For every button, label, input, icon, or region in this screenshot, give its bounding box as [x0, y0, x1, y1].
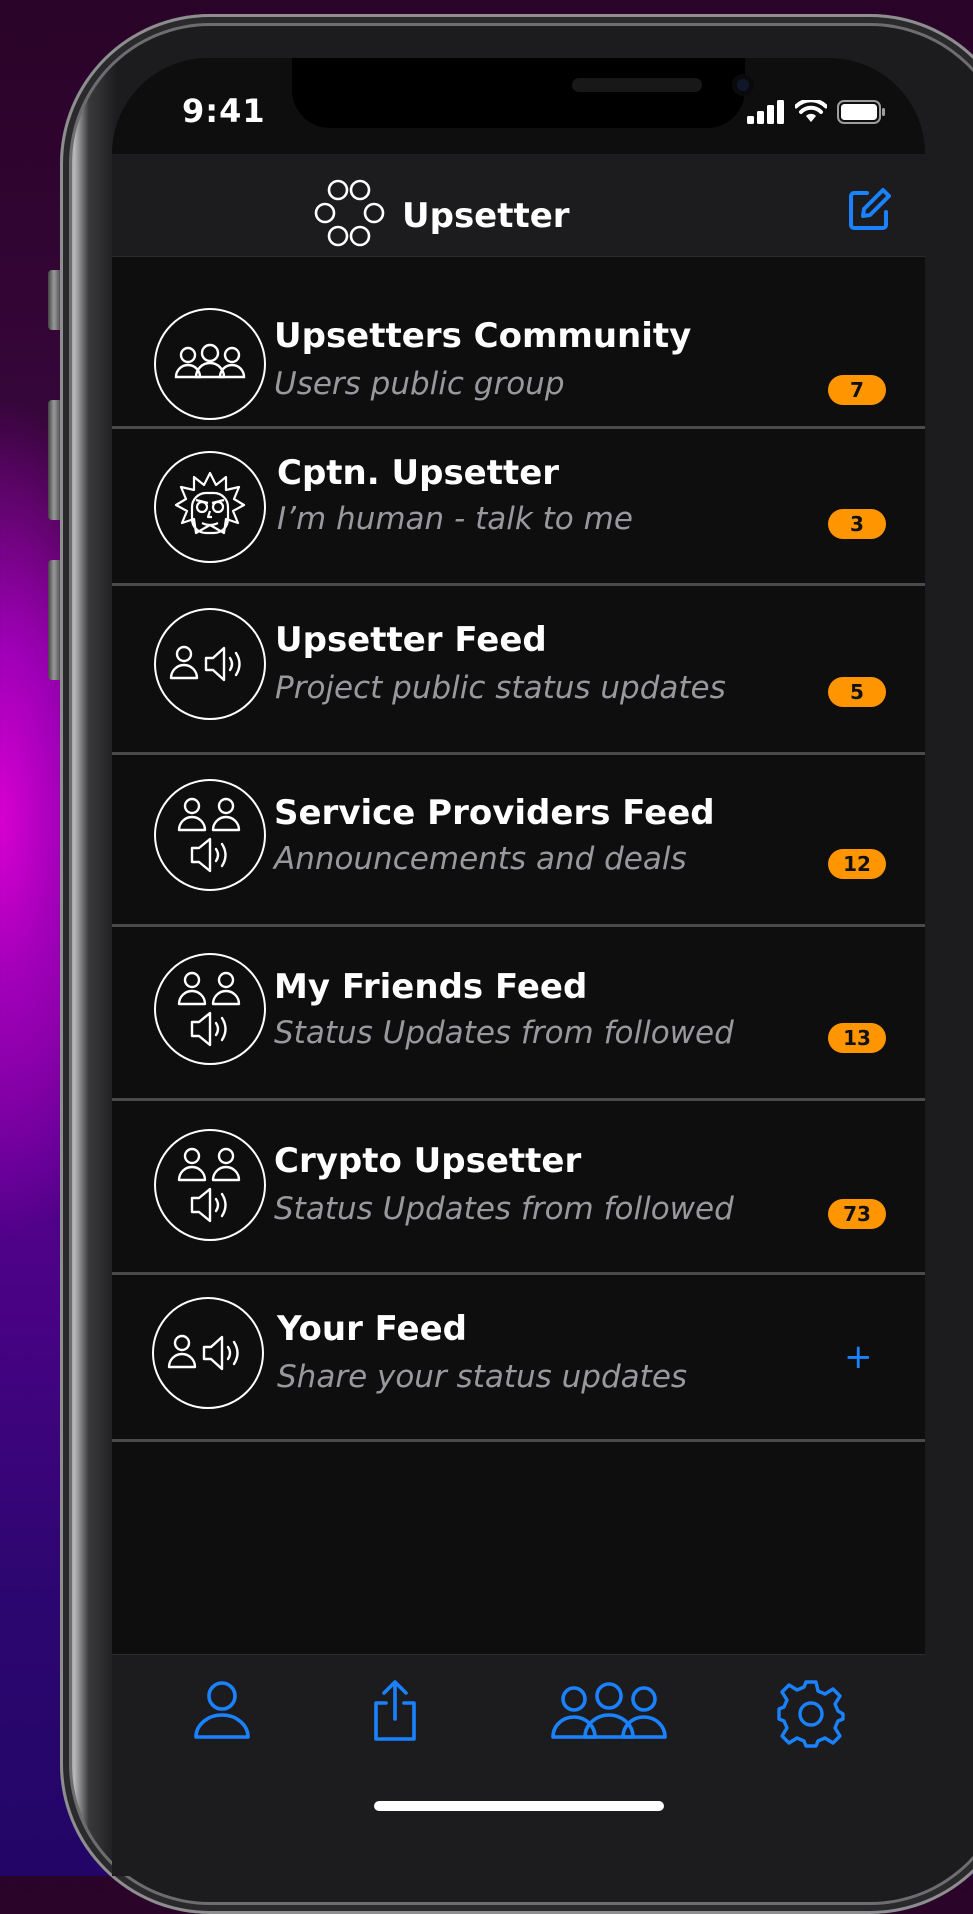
profile-icon: [194, 1681, 250, 1739]
battery-icon: [837, 100, 885, 124]
list-item-subtitle: Status Updates from followed: [274, 1015, 734, 1051]
list-item-title: Service Providers Feed: [274, 793, 715, 833]
circles-logo-icon: [314, 179, 385, 247]
user-speaker-icon: [154, 608, 266, 720]
list-item-subtitle: Share your status updates: [277, 1359, 688, 1395]
compose-button[interactable]: [847, 188, 891, 236]
list-item-title: Upsetter Feed: [275, 620, 547, 660]
settings-icon: [777, 1680, 845, 1748]
unread-badge: 73: [828, 1199, 886, 1229]
speaker-grille: [572, 78, 702, 92]
tab-bar: [112, 1654, 925, 1876]
groups-icon: [551, 1682, 667, 1739]
list-item[interactable]: Upsetters Community Users public group 7: [112, 258, 925, 429]
app-title: Upsetter: [312, 178, 570, 254]
phone-screen: 9:41 Upsetter Upsetters Community Users …: [112, 58, 925, 1876]
unread-badge: 13: [828, 1023, 886, 1053]
app-name: Upsetter: [402, 196, 570, 236]
list-item[interactable]: Crypto Upsetter Status Updates from foll…: [112, 1101, 925, 1275]
list-item[interactable]: Service Providers Feed Announcements and…: [112, 755, 925, 927]
list-item-subtitle: Status Updates from followed: [274, 1191, 734, 1227]
list-item-subtitle: Announcements and deals: [274, 841, 687, 877]
list-item-subtitle: Project public status updates: [275, 670, 726, 706]
share-icon: [374, 1680, 416, 1741]
navigation-bar: Upsetter: [112, 154, 925, 257]
add-feed-button[interactable]: +: [844, 1337, 873, 1377]
status-time: 9:41: [182, 92, 266, 130]
list-item[interactable]: Your Feed Share your status updates +: [112, 1275, 925, 1442]
notch: [292, 58, 754, 128]
users-speaker-icon: [154, 1129, 266, 1241]
unread-badge: 3: [828, 509, 886, 539]
list-item-title: Cptn. Upsetter: [277, 453, 560, 493]
tab-profile[interactable]: [192, 1679, 252, 1747]
status-bar: 9:41: [112, 58, 925, 134]
cellular-signal-icon: [747, 100, 784, 124]
volume-down-button: [48, 560, 60, 680]
list-item-title: Your Feed: [277, 1309, 467, 1349]
tab-share[interactable]: [370, 1679, 420, 1747]
wifi-icon: [795, 100, 827, 122]
list-item-title: Upsetters Community: [274, 316, 692, 356]
status-icons: [747, 100, 887, 124]
volume-up-button: [48, 400, 60, 520]
group-icon: [154, 308, 266, 420]
unread-badge: 5: [828, 677, 886, 707]
list-item[interactable]: Upsetter Feed Project public status upda…: [112, 586, 925, 755]
users-speaker-icon: [154, 779, 266, 891]
conversation-list: Upsetters Community Users public group 7: [112, 258, 925, 1442]
list-item-subtitle: Users public group: [274, 366, 565, 402]
list-item-title: My Friends Feed: [274, 967, 588, 1007]
tab-groups[interactable]: [550, 1679, 668, 1747]
home-indicator[interactable]: [374, 1801, 664, 1811]
user-speaker-icon: [152, 1297, 264, 1409]
users-speaker-icon: [154, 953, 266, 1065]
unread-badge: 12: [828, 849, 886, 879]
list-item-title: Crypto Upsetter: [274, 1141, 582, 1181]
compose-icon: [849, 188, 891, 230]
tab-settings[interactable]: [776, 1679, 846, 1753]
robot-face-icon: [154, 451, 266, 563]
list-item[interactable]: Cptn. Upsetter I’m human - talk to me 3: [112, 429, 925, 586]
silent-switch: [48, 270, 60, 330]
list-item[interactable]: My Friends Feed Status Updates from foll…: [112, 927, 925, 1101]
front-camera: [732, 74, 754, 96]
unread-badge: 7: [828, 375, 886, 405]
list-item-subtitle: I’m human - talk to me: [277, 501, 633, 537]
